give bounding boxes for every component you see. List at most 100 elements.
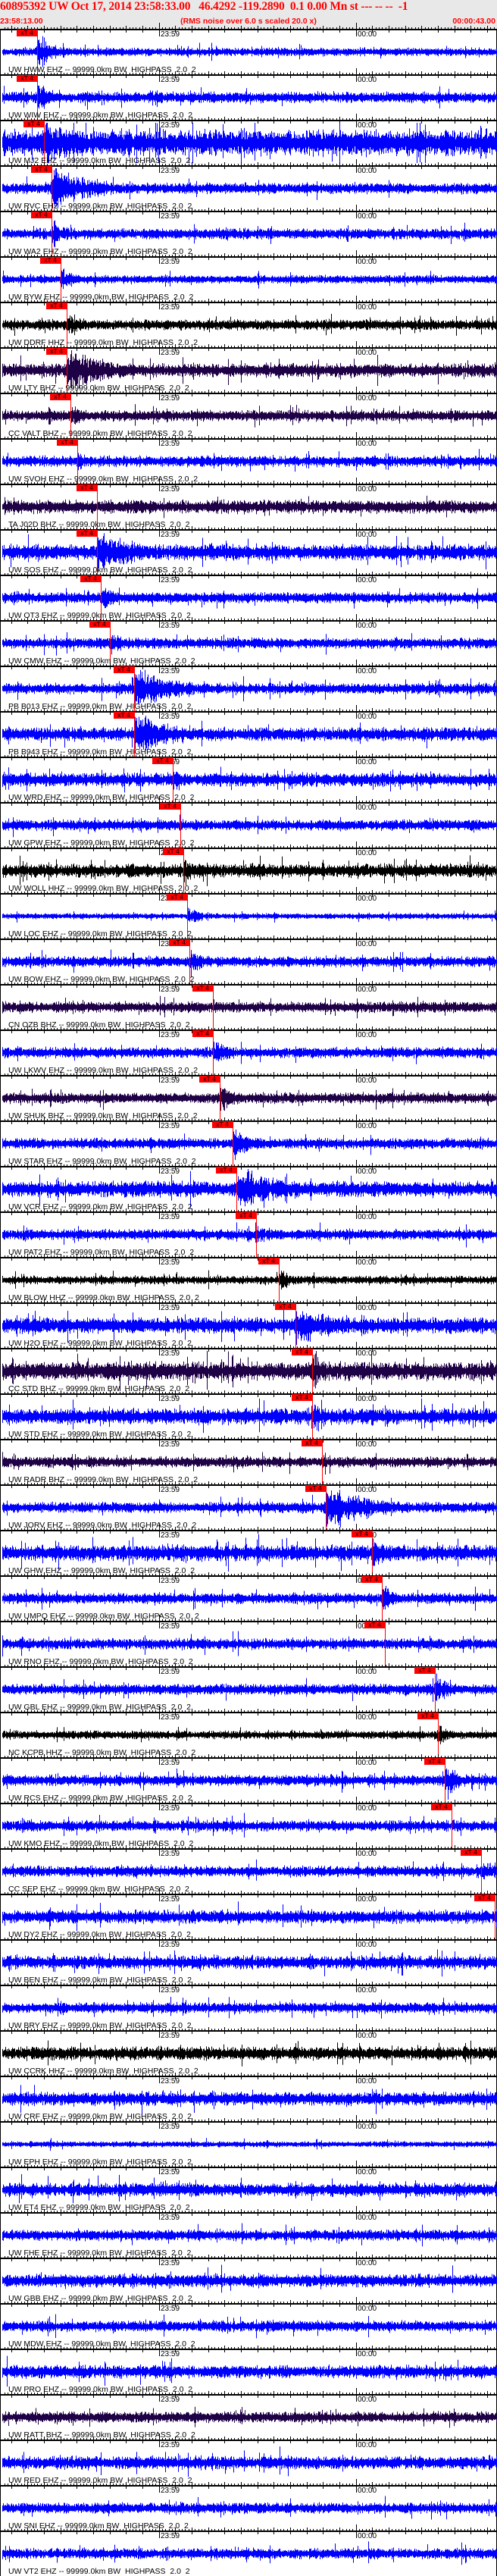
minute-tick-label: 00:00 — [358, 212, 377, 221]
phase-pick-marker[interactable]: xT 4 — [414, 1667, 435, 1674]
phase-pick-marker[interactable]: xT 4 — [167, 894, 187, 901]
phase-pick-marker[interactable]: xT 4 — [23, 121, 44, 127]
trace-row: 23:59 00:00 xT 4 UW STD EHZ -- 99999.0km BW… — [1, 1387, 497, 1440]
trace-row: 23:59 00:00 xT 4 UW CMW EHZ -- 99999.0km BW… — [1, 614, 497, 666]
minute-tick-label: 23:59 — [161, 2032, 180, 2040]
phase-pick-marker[interactable]: xT 4 — [364, 1622, 385, 1628]
trace-row: 23:59 00:00 xT 4 UW DDRF HHZ -- 99999.0km B… — [1, 296, 497, 348]
minute-tick-label: 00:00 — [358, 1986, 377, 1995]
phase-pick-marker[interactable]: xT 4 — [361, 1576, 382, 1583]
minute-tick-label: 00:00 — [358, 1031, 377, 1039]
phase-pick-marker[interactable]: xT 4 — [305, 1485, 326, 1492]
phase-pick-marker[interactable]: xT 4 — [57, 439, 77, 446]
minute-tick-label: 00:00 — [358, 667, 377, 675]
phase-pick-marker[interactable]: xT 4 — [275, 1303, 295, 1310]
waveform-trace — [2, 1398, 497, 1434]
phase-pick-marker[interactable]: xT 4 — [17, 30, 37, 36]
phase-pick-marker[interactable]: xT 4 — [77, 484, 97, 491]
phase-pick-marker[interactable]: xT 4 — [77, 530, 97, 537]
phase-pick-marker[interactable]: xT 4 — [80, 575, 101, 582]
minute-tick-label: 23:59 — [161, 258, 180, 266]
trace-row: 23:59 00:00 xT 4 UW SHUK BHZ -- 99999.0km B… — [1, 1069, 497, 1121]
phase-pick-marker[interactable]: xT 4 — [31, 212, 52, 218]
trace-row: 23:59 00:00 xT 4 UW MJ2 EHZ -- 99999.0km BW… — [1, 114, 497, 166]
minute-tick-label: 00:00 — [358, 1304, 377, 1312]
phase-pick-marker[interactable]: xT 4 — [46, 302, 67, 309]
phase-pick-marker[interactable]: xT 4 — [163, 848, 183, 855]
minute-tick-label: 23:59 — [161, 1804, 180, 1813]
minute-tick-label: 23:59 — [161, 1895, 180, 1904]
trace-row: 23:5900:00xT 4UW RNO EHZ -- 99999.0km BW… — [1, 1615, 497, 1667]
trace-row: 23:5900:00xT 4UW WOLL HHZ -- 99999.0km B… — [1, 841, 497, 894]
trace-row: 23:59 00:00 xT 4 UW RVC EHZ -- 99999.0km BW… — [1, 159, 497, 212]
minute-tick-label: 00:00 — [358, 485, 377, 494]
trace-row: 23:59 00:00 xT 4 PB B013 EHZ -- 99999.0km B… — [1, 660, 497, 712]
phase-pick-marker[interactable]: xT 4 — [417, 1713, 438, 1719]
minute-tick-label: 00:00 — [358, 440, 377, 448]
trace-row: 23:59 00:00 xT 4 UW LTY BHZ -- 99999.0km BW… — [1, 341, 497, 393]
minute-tick-label: 23:59 — [161, 1213, 180, 1221]
phase-pick-marker[interactable]: xT 4 — [212, 1121, 233, 1128]
minute-tick-label: 23:59 — [161, 2532, 180, 2540]
phase-pick-marker[interactable]: xT 4 — [192, 985, 213, 992]
waveform-trace — [2, 36, 497, 67]
minute-tick-label: 23:59 — [161, 1577, 180, 1585]
waveform-trace — [2, 2446, 497, 2477]
phase-pick-marker[interactable]: xT 4 — [169, 939, 189, 946]
minute-tick-label: 00:00 — [358, 940, 377, 948]
phase-pick-marker[interactable]: xT 4 — [424, 1758, 445, 1765]
phase-pick-marker[interactable]: xT 4 — [40, 257, 61, 264]
waveform-trace — [2, 1724, 497, 1744]
phase-pick-marker[interactable]: xT 4 — [114, 666, 134, 673]
waveform-trace — [2, 1859, 497, 1882]
waveform-trace — [2, 495, 497, 519]
minute-tick-label: 23:59 — [161, 485, 180, 494]
phase-pick-marker[interactable]: xT 4 — [431, 1804, 452, 1810]
phase-pick-marker[interactable]: xT 4 — [292, 1394, 312, 1401]
minute-tick-label: 23:59 — [161, 1076, 180, 1085]
trace-row: 23:59 00:00 xT 4 UW VCR EHZ -- 99999.0km BW… — [1, 1160, 497, 1212]
trace-row: 23:59 00:00 xT 4 UW STAR EHZ -- 99999.0km B… — [1, 1114, 497, 1167]
phase-pick-marker[interactable]: xT 4 — [292, 1349, 312, 1355]
phase-pick-marker[interactable]: xT 4 — [461, 1849, 481, 1856]
phase-pick-marker[interactable]: xT 4 — [17, 75, 37, 82]
phase-pick-marker[interactable]: xT 4 — [199, 1076, 220, 1083]
minute-tick-label: 00:00 — [358, 576, 377, 584]
phase-pick-marker[interactable]: xT 4 — [216, 1167, 236, 1174]
phase-pick-marker[interactable]: xT 4 — [474, 1894, 495, 1901]
trace-row: 23:59 00:00 xT 4 UW H2O EHZ -- 99999.0km BW… — [1, 1296, 497, 1349]
minute-tick-label: 23:59 — [161, 531, 180, 539]
waveform-trace — [2, 716, 497, 751]
minute-tick-label: 00:00 — [358, 1440, 377, 1449]
waveform-trace — [2, 855, 497, 886]
phase-pick-marker[interactable]: xT 4 — [192, 1030, 213, 1037]
minute-tick-label: 23:59 — [161, 1395, 180, 1403]
trace-row: 23:59 00:00 xT 4 UW PAT2 EHZ -- 99999.0km B… — [1, 1205, 497, 1258]
phase-pick-marker[interactable]: xT 4 — [302, 1440, 322, 1446]
minute-tick-label: 23:59 — [161, 1258, 180, 1267]
phase-pick-marker[interactable]: xT 4 — [258, 1258, 279, 1264]
minute-tick-label: 00:00 — [358, 394, 377, 403]
trace-row: 23:59 00:00 UW SNI EHZ -- 99999.0km BW HIG… — [1, 2479, 497, 2531]
waveform-trace — [2, 2496, 497, 2520]
phase-pick-marker[interactable]: xT 4 — [50, 393, 70, 400]
waveform-trace — [2, 1222, 497, 1248]
trace-row: 23:59 00:00 xT 4 UW DY2 EHZ -- 99999.0km BW… — [1, 1888, 497, 1940]
minute-tick-label: 00:00 — [358, 1258, 377, 1267]
phase-pick-marker[interactable]: xT 4 — [31, 166, 52, 173]
trace-row: 23:5900:00xT 4UW GPW EHZ -- 99999.0km BW… — [1, 796, 497, 848]
phase-pick-marker[interactable]: xT 4 — [236, 1212, 256, 1219]
filter-info: -- 99999.0km BW HIGHPASS 2.0 2 — [58, 2567, 190, 2576]
phase-pick-marker[interactable]: xT 4 — [352, 1531, 372, 1537]
phase-pick-marker[interactable]: xT 4 — [152, 757, 173, 764]
phase-pick-marker[interactable]: xT 4 — [89, 621, 110, 628]
minute-tick-label: 23:59 — [161, 76, 180, 84]
minute-tick-label: 23:59 — [161, 394, 180, 403]
minute-tick-label: 23:59 — [161, 713, 180, 721]
phase-pick-marker[interactable]: xT 4 — [46, 348, 67, 355]
phase-pick-marker[interactable]: xT 4 — [114, 712, 134, 719]
trace-row: 23:5900:00xT 4UW GHW EHZ -- 99999.0km BW… — [1, 1524, 497, 1576]
minute-tick-label: 00:00 — [358, 1713, 377, 1722]
phase-pick-marker[interactable]: xT 4 — [160, 803, 180, 810]
minute-tick-label: 23:59 — [161, 2168, 180, 2176]
